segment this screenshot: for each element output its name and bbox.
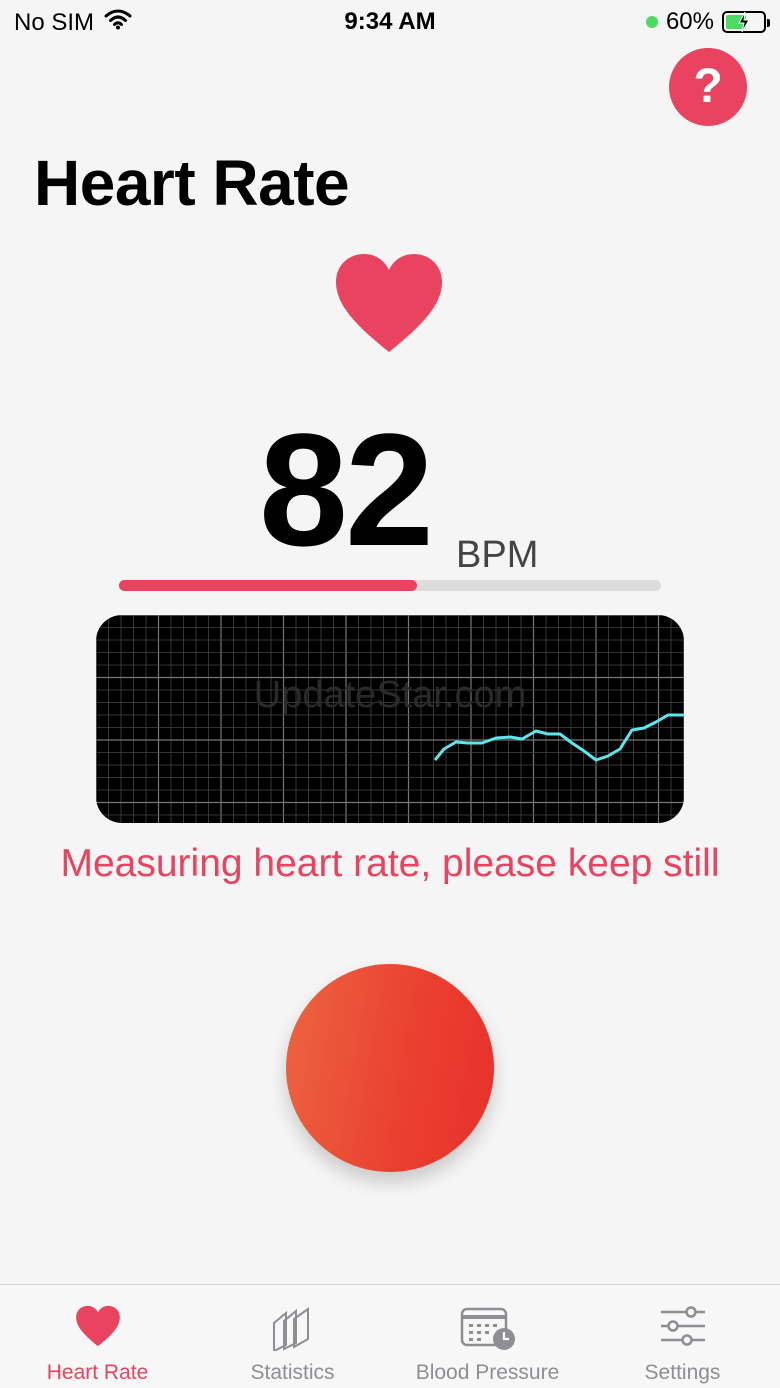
- bolt-icon: [738, 11, 750, 33]
- tab-label: Heart Rate: [46, 1361, 149, 1384]
- pulse-line: [433, 713, 684, 762]
- status-right: 60%: [645, 8, 770, 36]
- progress-fill: [119, 580, 418, 591]
- graph-canvas: UpdateStar.com: [96, 615, 684, 823]
- graph-grid: [96, 615, 684, 823]
- status-message: Measuring heart rate, please keep still: [60, 842, 720, 885]
- tab-settings[interactable]: Settings: [585, 1285, 780, 1388]
- battery-charging-icon: [722, 11, 770, 33]
- tab-statistics[interactable]: Statistics: [195, 1285, 390, 1388]
- tab-blood-pressure[interactable]: Blood Pressure: [390, 1285, 585, 1388]
- battery-nub: [767, 19, 770, 27]
- page-title: Heart Rate: [34, 147, 350, 219]
- help-button[interactable]: ?: [669, 48, 747, 126]
- watermark: UpdateStar.com: [254, 674, 526, 716]
- measure-button[interactable]: [286, 964, 494, 1172]
- status-bar: No SIM 9:34 AM 60%: [0, 0, 780, 44]
- battery-percent: 60%: [665, 8, 714, 35]
- bpm-unit: BPM: [456, 534, 539, 576]
- heart-icon: [334, 252, 444, 359]
- tab-label: Settings: [644, 1361, 721, 1384]
- measurement-progress: [119, 580, 661, 591]
- heart-icon: [75, 1305, 121, 1352]
- bpm-value: 82: [259, 400, 434, 579]
- location-dot-icon: [645, 16, 658, 28]
- tab-bar: Heart Rate Statistics Blood Pressure Set…: [0, 1284, 780, 1388]
- tab-label: Blood Pressure: [415, 1361, 560, 1384]
- heart-rate-graph: UpdateStar.com: [96, 615, 684, 823]
- calendar-clock-icon: [460, 1305, 516, 1356]
- statistics-icon: [270, 1305, 316, 1356]
- tab-heart-rate[interactable]: Heart Rate: [0, 1285, 195, 1388]
- tab-label: Statistics: [250, 1361, 335, 1384]
- sliders-icon: [659, 1305, 707, 1352]
